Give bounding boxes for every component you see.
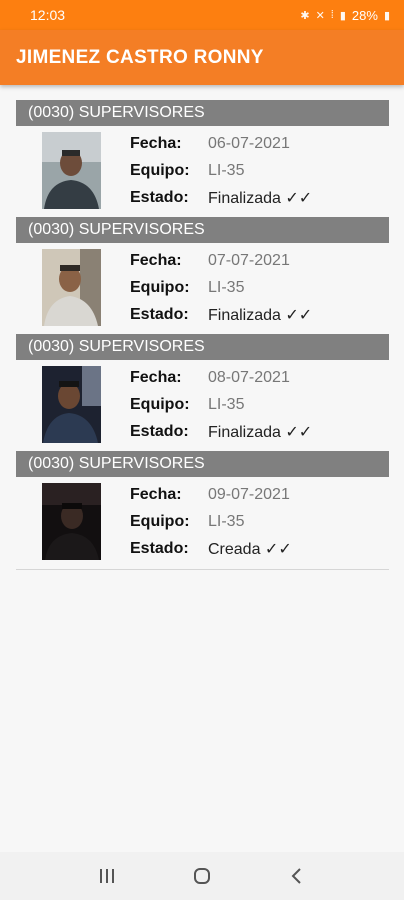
list-item[interactable]: (0030) SUPERVISORES Fecha: 06-07-2021 Equ… — [16, 100, 389, 217]
avatar[interactable] — [42, 366, 101, 443]
volte-icon: ⁞ — [330, 9, 334, 21]
equipo-label: Equipo: — [130, 278, 190, 296]
estado-value: Finalizada ✓✓ — [208, 423, 313, 441]
system-nav-bar — [0, 852, 404, 900]
person-photo-icon — [42, 366, 101, 443]
avatar[interactable] — [42, 249, 101, 326]
fecha-label: Fecha: — [130, 134, 182, 152]
fecha-value: 07-07-2021 — [208, 251, 290, 269]
back-button[interactable] — [277, 856, 317, 896]
group-header: (0030) SUPERVISORES — [16, 451, 389, 477]
avatar[interactable] — [42, 483, 101, 560]
fecha-label: Fecha: — [130, 251, 182, 269]
equipo-label: Equipo: — [130, 512, 190, 530]
avatar[interactable] — [42, 132, 101, 209]
person-photo-icon — [42, 483, 101, 560]
person-photo-icon — [42, 249, 101, 326]
estado-value: Finalizada ✓✓ — [208, 189, 313, 207]
back-icon — [291, 868, 301, 884]
bluetooth-icon: ✱ — [300, 9, 310, 22]
fecha-value: 09-07-2021 — [208, 485, 290, 503]
fecha-label: Fecha: — [130, 368, 182, 386]
equipo-label: Equipo: — [130, 395, 190, 413]
page-title: JIMENEZ CASTRO RONNY — [16, 46, 264, 68]
status-icons: ✱ ✕ ⁞ ▮ 28% ▮ — [300, 8, 390, 23]
battery-level: 28% — [351, 7, 378, 23]
list-item[interactable]: (0030) SUPERVISORES Fecha: 09-07-2021 Equ… — [16, 451, 389, 568]
fecha-value: 08-07-2021 — [208, 368, 290, 386]
recent-apps-button[interactable] — [87, 856, 127, 896]
list-item[interactable]: (0030) SUPERVISORES Fecha: 08-07-2021 Equ… — [16, 334, 389, 451]
equipo-value: LI-35 — [208, 395, 245, 413]
estado-value: Creada ✓✓ — [208, 540, 292, 558]
mute-icon: ✕ — [315, 9, 325, 22]
group-header: (0030) SUPERVISORES — [16, 217, 389, 243]
estado-label: Estado: — [130, 422, 189, 440]
estado-label: Estado: — [130, 188, 189, 206]
record-list: (0030) SUPERVISORES Fecha: 06-07-2021 Equ… — [16, 100, 389, 570]
estado-label: Estado: — [130, 539, 189, 557]
status-bar: 12:03 ✱ ✕ ⁞ ▮ 28% ▮ — [0, 0, 404, 30]
signal-icon: ▮ — [339, 9, 346, 22]
home-button[interactable] — [182, 856, 222, 896]
person-photo-icon — [42, 132, 101, 209]
estado-label: Estado: — [130, 305, 189, 323]
list-divider — [16, 569, 389, 570]
fecha-label: Fecha: — [130, 485, 182, 503]
equipo-value: LI-35 — [208, 512, 245, 530]
group-header: (0030) SUPERVISORES — [16, 334, 389, 360]
equipo-label: Equipo: — [130, 161, 190, 179]
battery-icon: ▮ — [383, 9, 390, 22]
group-header: (0030) SUPERVISORES — [16, 100, 389, 126]
equipo-value: LI-35 — [208, 278, 245, 296]
app-bar: JIMENEZ CASTRO RONNY — [0, 30, 404, 85]
home-icon — [193, 868, 210, 884]
equipo-value: LI-35 — [208, 161, 245, 179]
fecha-value: 06-07-2021 — [208, 134, 290, 152]
recent-apps-icon — [100, 869, 115, 883]
estado-value: Finalizada ✓✓ — [208, 306, 313, 324]
status-time: 12:03 — [30, 7, 66, 23]
list-item[interactable]: (0030) SUPERVISORES Fecha: 07-07-2021 Equ… — [16, 217, 389, 334]
